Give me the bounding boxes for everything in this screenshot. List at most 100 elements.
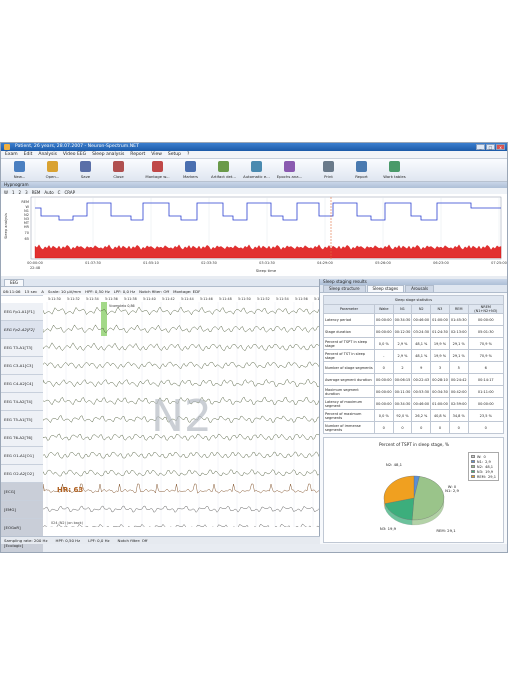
toolbar-label: Save	[80, 174, 91, 179]
menu-exam[interactable]: Exam	[5, 151, 18, 158]
legend-swatch	[470, 455, 475, 458]
hypnogram-panel-title: Hypnogram	[4, 182, 29, 187]
hyp-time-label: 05:26:00	[375, 261, 391, 265]
channel-eogor[interactable]: [EOGoR]	[1, 519, 43, 537]
table-cell: 26,2 %	[411, 409, 432, 422]
eeg-tool-a[interactable]: A	[41, 289, 44, 294]
automatic-icon	[251, 161, 262, 172]
tab-arousals[interactable]: Arousals	[405, 285, 435, 292]
toolbar-label: Report	[355, 174, 368, 179]
eeg-tool-lpf-0-0-hz[interactable]: LPF: 0,0 Hz	[114, 289, 135, 294]
close-button[interactable]: Close	[102, 159, 135, 179]
menu-video-eeg[interactable]: Video EEG	[63, 151, 86, 158]
channel-ecg[interactable]: [ECG]	[1, 483, 43, 501]
time-tick: 5:11:54	[276, 297, 289, 301]
toolbar-label: Open...	[45, 174, 60, 179]
work-tables-button[interactable]: Work tables	[378, 159, 411, 179]
table-cell: 03:24:30	[411, 325, 432, 338]
channel-eeg-c4-a2-c4[interactable]: EEG C4-A2[C4]	[1, 375, 43, 393]
menu-view[interactable]: View	[151, 151, 162, 158]
eeg-tool-08-11-06[interactable]: 08:11:06	[3, 289, 20, 294]
eeg-tool-15-sec[interactable]: 15 sec	[24, 289, 37, 294]
tab-sleep-stages[interactable]: Sleep stages	[366, 285, 405, 292]
montage-w-button[interactable]: Montage w...	[141, 159, 174, 179]
open-button[interactable]: Open...	[36, 159, 69, 179]
channel-eeg-t5-a1-t5[interactable]: EEG T5-A1[T5]	[1, 411, 43, 429]
table-cell: 23,5 %	[467, 409, 505, 422]
toolbar-label: Print	[324, 174, 333, 179]
minimize-button[interactable]: _	[476, 144, 485, 150]
eeg-tabs: EEG	[1, 279, 319, 287]
time-tick: 5:11:44	[181, 297, 194, 301]
channel-eeg-o1-a1-o1[interactable]: EEG O1-A1[O1]	[1, 447, 43, 465]
menu-setup[interactable]: Setup	[168, 151, 181, 158]
menu-analysis[interactable]: Analysis	[38, 151, 57, 158]
hyp-time-label: 04:29:00	[317, 261, 333, 265]
tab-sleep-structure[interactable]: Sleep structure	[323, 285, 366, 292]
row-parameter: Average segment duration	[323, 373, 375, 386]
main-toolbar: New... Open... Save Close Montage w... Marker…	[1, 159, 507, 182]
channel-eeg-o2-a2-o2[interactable]: EEG O2-A2[O2]	[1, 465, 43, 483]
table-cell: 48,1 %	[411, 349, 432, 362]
hyp-ylabel: 70	[25, 231, 29, 235]
channel-emg[interactable]: [EMG]	[1, 501, 43, 519]
maximize-button[interactable]: □	[486, 144, 495, 150]
results-panel: Sleep staging results Sleep structure Sle…	[320, 279, 507, 544]
time-tick: 5:11:50	[238, 297, 251, 301]
new-button[interactable]: New...	[3, 159, 36, 179]
menu-[interactable]: ?	[187, 151, 189, 158]
legend-label: N3:	[476, 469, 484, 474]
eeg-tool-hpf-0-50-hz[interactable]: HPF: 0,50 Hz	[85, 289, 110, 294]
eeg-tool-scale-10-v-mm[interactable]: Scale: 10 µV/mm	[48, 289, 81, 294]
menu-report[interactable]: Report	[130, 151, 145, 158]
hypnogram-panel-header: Hypnogram	[1, 182, 507, 188]
table-cell: 00:34:30	[430, 385, 450, 398]
report-icon	[356, 161, 367, 172]
legend-value: 29,1	[487, 474, 496, 479]
hypnogram-chart[interactable]: REMWN1N2N3MTHR7065Sleep analysis00:00:00…	[1, 194, 507, 276]
close-window-button[interactable]: x	[496, 144, 505, 150]
hr-label: HR: 63	[57, 486, 83, 494]
artifact-det-button[interactable]: Artifact det...	[207, 159, 240, 179]
menu-edit[interactable]: Edit	[24, 151, 33, 158]
time-tick: 5:11:34	[86, 297, 99, 301]
pie-label-n1: N1: 2,9	[445, 488, 459, 493]
save-button[interactable]: Save	[69, 159, 102, 179]
stats-table-title: Sleep stage statistics	[323, 295, 504, 305]
table-cell: 0,0 %	[373, 409, 394, 422]
report-button[interactable]: Report	[345, 159, 378, 179]
row-parameter: Percent of TST in sleep stage	[323, 349, 375, 362]
row-parameter: Number of stage segments	[323, 361, 375, 374]
tab-eeg[interactable]: EEG	[4, 279, 25, 286]
row-parameter: Latency of maximum segment	[323, 397, 375, 410]
table-cell: 00:14:17	[467, 373, 505, 386]
results-tabs: Sleep structure Sleep stages Arousals	[320, 285, 507, 293]
epochs-ana-button[interactable]: Epochs ana...	[273, 159, 306, 179]
legend-value: 19,9	[485, 469, 494, 474]
stage-watermark: N2	[151, 391, 212, 442]
automatic-e-button[interactable]: Automatic e...	[240, 159, 273, 179]
column-header-rem: REM	[448, 304, 469, 314]
channel-eeg-t6-a2-t6[interactable]: EEG T6-A2[T6]	[1, 429, 43, 447]
montage-icon	[152, 161, 163, 172]
save-icon	[80, 161, 91, 172]
time-tick: 5:11:38	[124, 297, 137, 301]
eeg-tool-notch-filter-off[interactable]: Notch filter: Off	[139, 289, 169, 294]
channel-eeg-fp1-a1-f1[interactable]: EEG Fp1-A1[F1]	[1, 303, 43, 321]
table-cell: 2	[392, 361, 413, 374]
table-cell: 00:42:00	[448, 385, 469, 398]
menu-sleep-analysis[interactable]: Sleep analysis	[92, 151, 124, 158]
channel-eeg-t4-a2-t4[interactable]: EEG T4-A2[T4]	[1, 393, 43, 411]
markers-button[interactable]: Markers	[174, 159, 207, 179]
open-icon	[47, 161, 58, 172]
pie-title: Percent of TSPT in sleep stage, %	[379, 442, 449, 447]
channel-eeg-t3-a1-t3[interactable]: EEG T3-A1[T3]	[1, 339, 43, 357]
channel-eeg-c3-a1-c3[interactable]: EEG C3-A1[C3]	[1, 357, 43, 375]
eeg-tool-montage-edf[interactable]: Montage: EDF	[173, 289, 200, 294]
column-header-wake: Wake	[373, 304, 394, 314]
row-parameter: Percent of maximum segments	[323, 409, 375, 422]
channel-eeg-fp2-a2-f2[interactable]: EEG Fp2-A2[F2]	[1, 321, 43, 339]
table-cell: 01:11:00	[467, 385, 505, 398]
print-button[interactable]: Print	[312, 159, 345, 179]
table-cell: 0	[392, 421, 413, 434]
